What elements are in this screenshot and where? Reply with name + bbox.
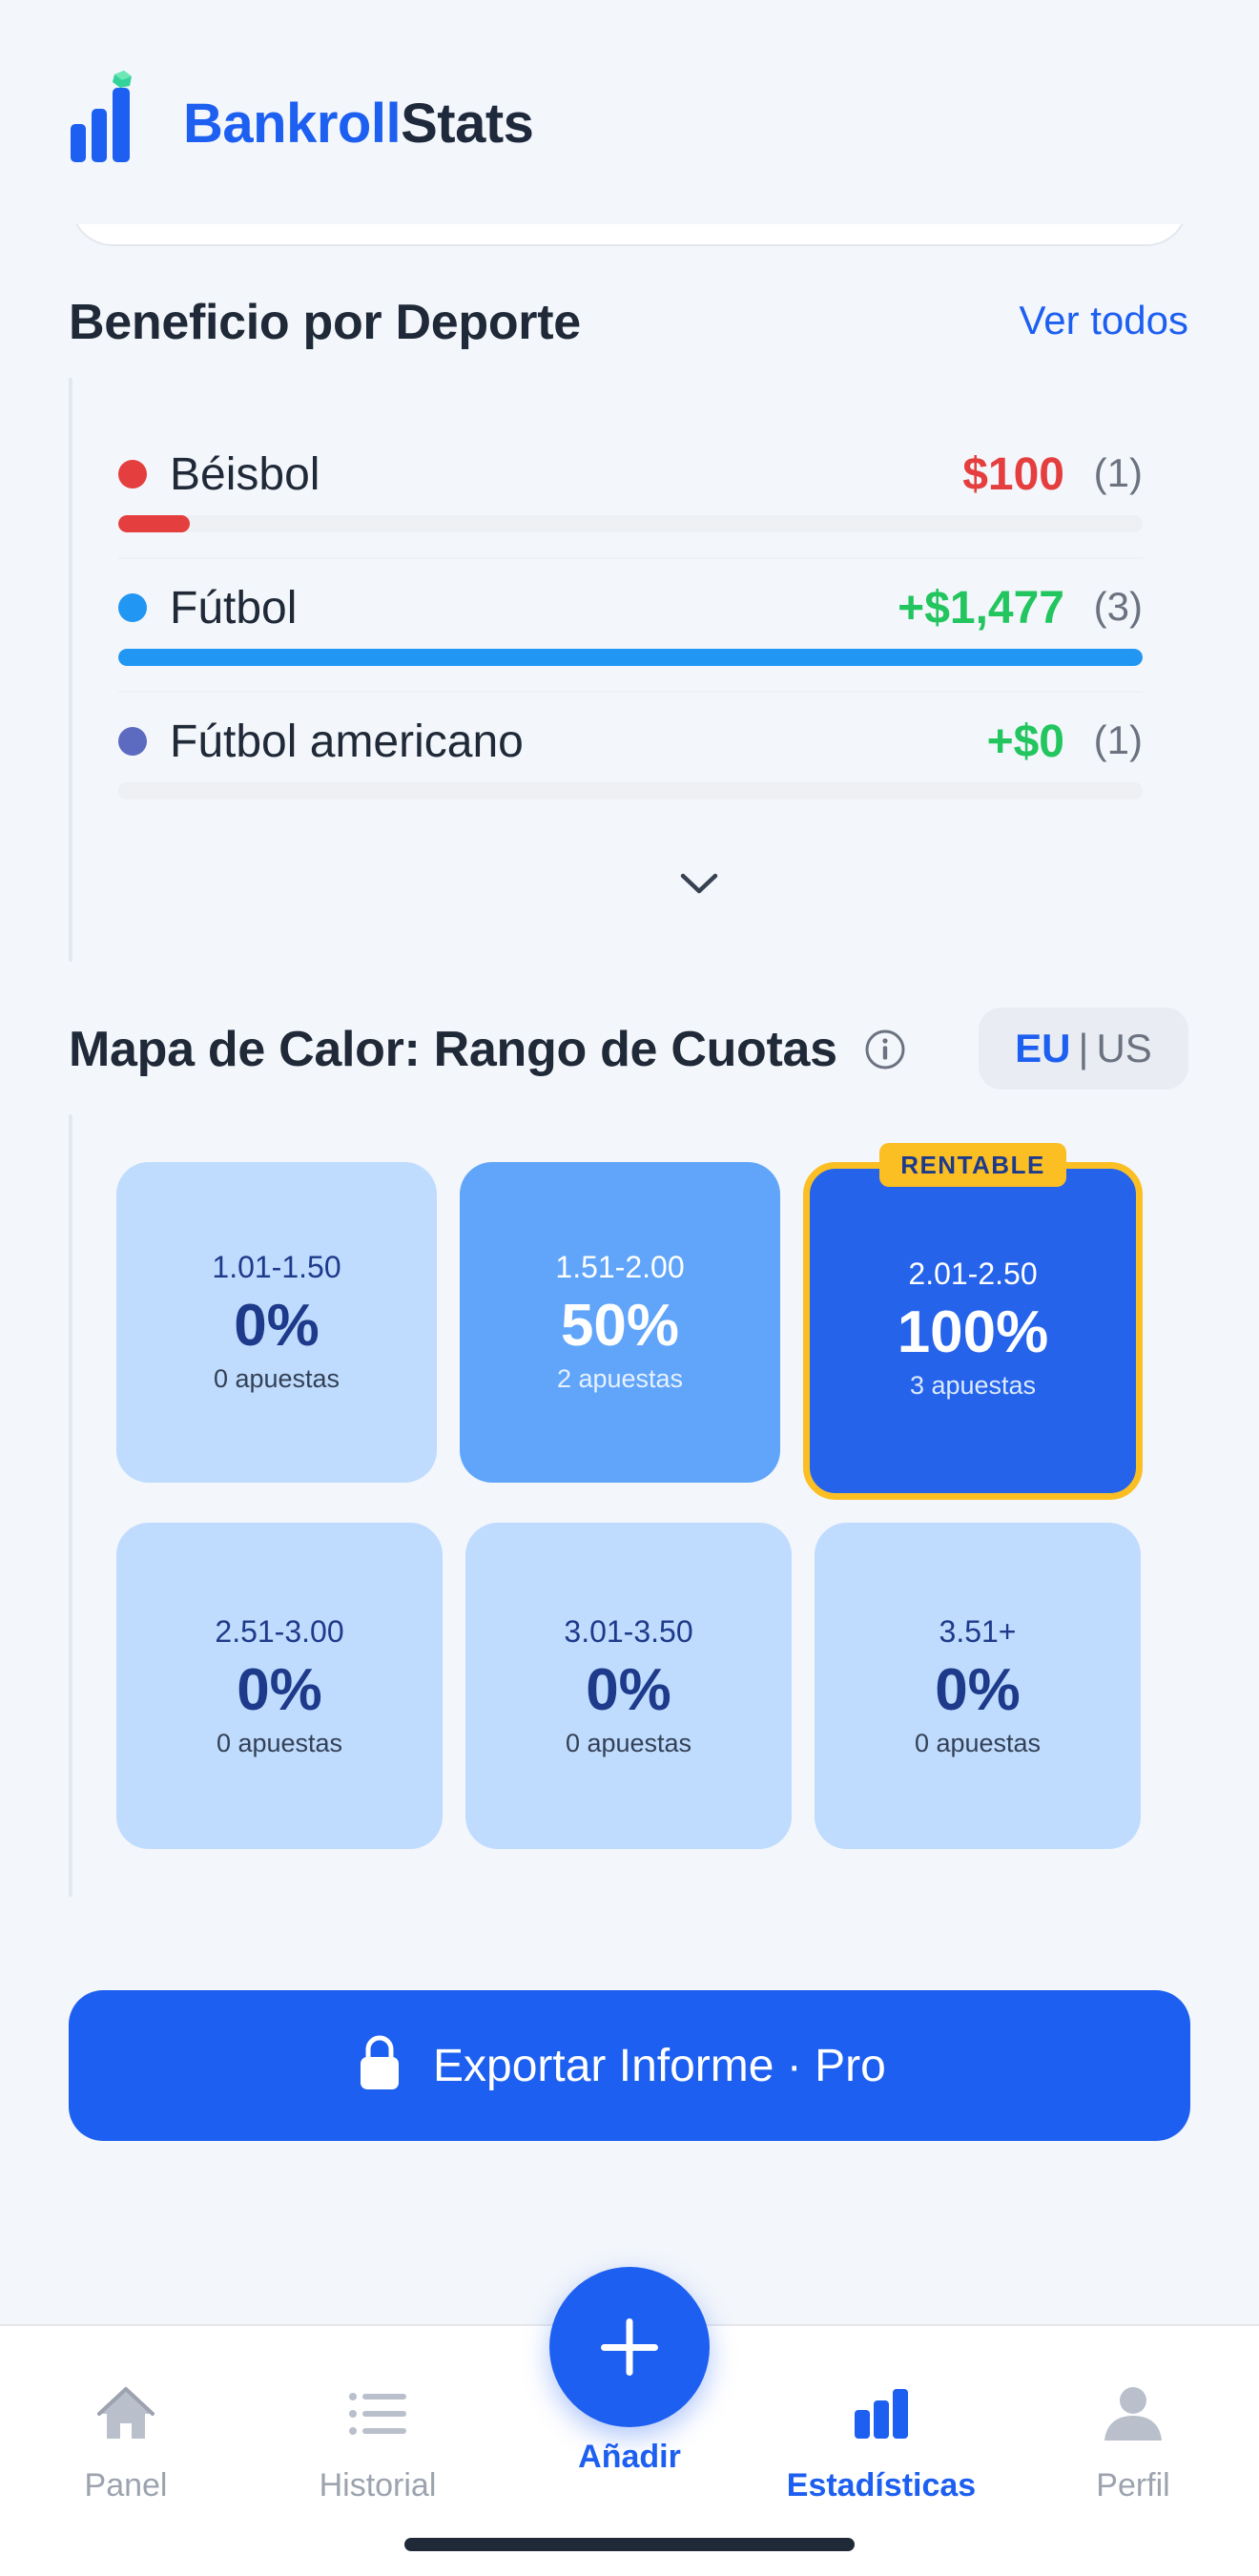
info-icon[interactable] xyxy=(864,1028,906,1070)
sport-color-dot xyxy=(118,460,147,488)
heatmap-cell[interactable]: 2.51-3.00 0% 0 apuestas xyxy=(116,1523,443,1849)
nav-label: Panel xyxy=(84,2467,168,2503)
export-report-label: Exportar Informe · Pro xyxy=(433,2041,886,2091)
sport-profit-bar-fill xyxy=(118,649,1143,666)
list-icon xyxy=(349,2393,406,2435)
sport-row-beisbol[interactable]: Béisbol $100 (1) xyxy=(118,420,1143,551)
win-rate: 50% xyxy=(560,1293,680,1359)
win-rate: 0% xyxy=(237,1657,322,1723)
sport-row-futbol-americano[interactable]: Fútbol americano +$0 (1) xyxy=(118,687,1143,819)
odds-range: 1.01-1.50 xyxy=(212,1250,341,1284)
heatmap-section-title: Mapa de Calor: Rango de Cuotas xyxy=(69,1022,837,1077)
app-header: BankrollStats xyxy=(0,0,1259,224)
nav-label: Estadísticas xyxy=(786,2467,977,2503)
sport-profit-bar xyxy=(118,649,1143,666)
nav-label: Historial xyxy=(319,2467,437,2503)
odds-range: 2.01-2.50 xyxy=(908,1257,1038,1291)
win-rate: 0% xyxy=(935,1657,1021,1723)
win-rate: 0% xyxy=(586,1657,671,1723)
sport-row-futbol[interactable]: Fútbol +$1,477 (3) xyxy=(118,553,1143,685)
chevron-down-icon[interactable] xyxy=(677,868,721,897)
bet-count: 2 apuestas xyxy=(556,1364,684,1393)
heatmap-cell-highlighted[interactable]: 2.01-2.50 100% 3 apuestas xyxy=(803,1162,1143,1500)
sport-profit-bar xyxy=(118,515,1143,532)
sports-section-title: Beneficio por Deporte xyxy=(69,295,581,350)
user-icon xyxy=(1104,2387,1162,2441)
add-bet-label: Añadir xyxy=(578,2439,681,2475)
odds-format-toggle[interactable]: EU | US xyxy=(979,1008,1188,1090)
nav-label: Perfil xyxy=(1096,2467,1170,2503)
plus-icon xyxy=(601,2318,658,2376)
sport-color-dot xyxy=(118,727,147,756)
odds-range: 2.51-3.00 xyxy=(215,1614,344,1649)
sport-name: Fútbol americano xyxy=(170,717,524,767)
odds-heatmap-card xyxy=(69,1114,72,1897)
bet-count: 0 apuestas xyxy=(565,1729,692,1757)
bankroll-logo-icon xyxy=(71,71,132,162)
win-rate: 0% xyxy=(234,1293,320,1359)
profitable-badge: RENTABLE xyxy=(879,1143,1066,1187)
sport-name: Fútbol xyxy=(170,583,298,634)
app-brand: BankrollStats xyxy=(183,92,534,156)
heatmap-cell[interactable]: 1.01-1.50 0% 0 apuestas xyxy=(116,1162,437,1483)
sport-profit: $100 xyxy=(962,449,1064,500)
win-rate: 100% xyxy=(897,1299,1049,1365)
odds-range: 3.01-3.50 xyxy=(564,1614,693,1649)
home-indicator xyxy=(404,2538,855,2551)
odds-range: 3.51+ xyxy=(939,1614,1017,1649)
odds-format-us[interactable]: US xyxy=(1096,1026,1151,1070)
nav-item-historial[interactable]: Historial xyxy=(252,2326,504,2517)
bet-count: 0 apuestas xyxy=(216,1729,343,1757)
see-all-link[interactable]: Ver todos xyxy=(1020,298,1188,343)
nav-item-panel[interactable]: Panel xyxy=(0,2326,252,2517)
sports-profit-card: Béisbol $100 (1) Fútbol +$1,477 (3) Fútb… xyxy=(69,378,1143,962)
nav-item-estadisticas[interactable]: Estadísticas xyxy=(755,2326,1007,2517)
bet-count: 3 apuestas xyxy=(909,1371,1037,1400)
odds-format-eu[interactable]: EU xyxy=(1015,1026,1070,1070)
odds-range: 1.51-2.00 xyxy=(555,1250,685,1284)
sport-color-dot xyxy=(118,593,147,622)
sport-profit: +$1,477 xyxy=(898,583,1064,634)
brand-part-2: Stats xyxy=(401,93,534,155)
lock-icon xyxy=(361,2035,399,2089)
add-bet-button[interactable] xyxy=(549,2267,710,2427)
heatmap-cell[interactable]: 3.01-3.50 0% 0 apuestas xyxy=(465,1523,792,1849)
export-report-button[interactable]: Exportar Informe · Pro xyxy=(69,1990,1190,2141)
bar-chart-icon xyxy=(855,2389,908,2439)
odds-format-separator: | xyxy=(1078,1026,1089,1070)
home-icon xyxy=(97,2387,155,2439)
bet-count: 0 apuestas xyxy=(213,1364,341,1393)
sport-bet-count: (3) xyxy=(1093,584,1143,629)
heatmap-cell[interactable]: 3.51+ 0% 0 apuestas xyxy=(815,1523,1141,1849)
sport-bet-count: (1) xyxy=(1093,450,1143,495)
sport-profit-bar-fill xyxy=(118,515,191,532)
bet-count: 0 apuestas xyxy=(914,1729,1042,1757)
sport-bet-count: (1) xyxy=(1093,717,1143,762)
sport-name: Béisbol xyxy=(170,449,320,500)
heatmap-cell[interactable]: 1.51-2.00 50% 2 apuestas xyxy=(460,1162,780,1483)
nav-item-perfil[interactable]: Perfil xyxy=(1007,2326,1259,2517)
sport-profit: +$0 xyxy=(986,717,1064,767)
sport-profit-bar xyxy=(118,782,1143,800)
brand-part-1: Bankroll xyxy=(183,93,402,155)
